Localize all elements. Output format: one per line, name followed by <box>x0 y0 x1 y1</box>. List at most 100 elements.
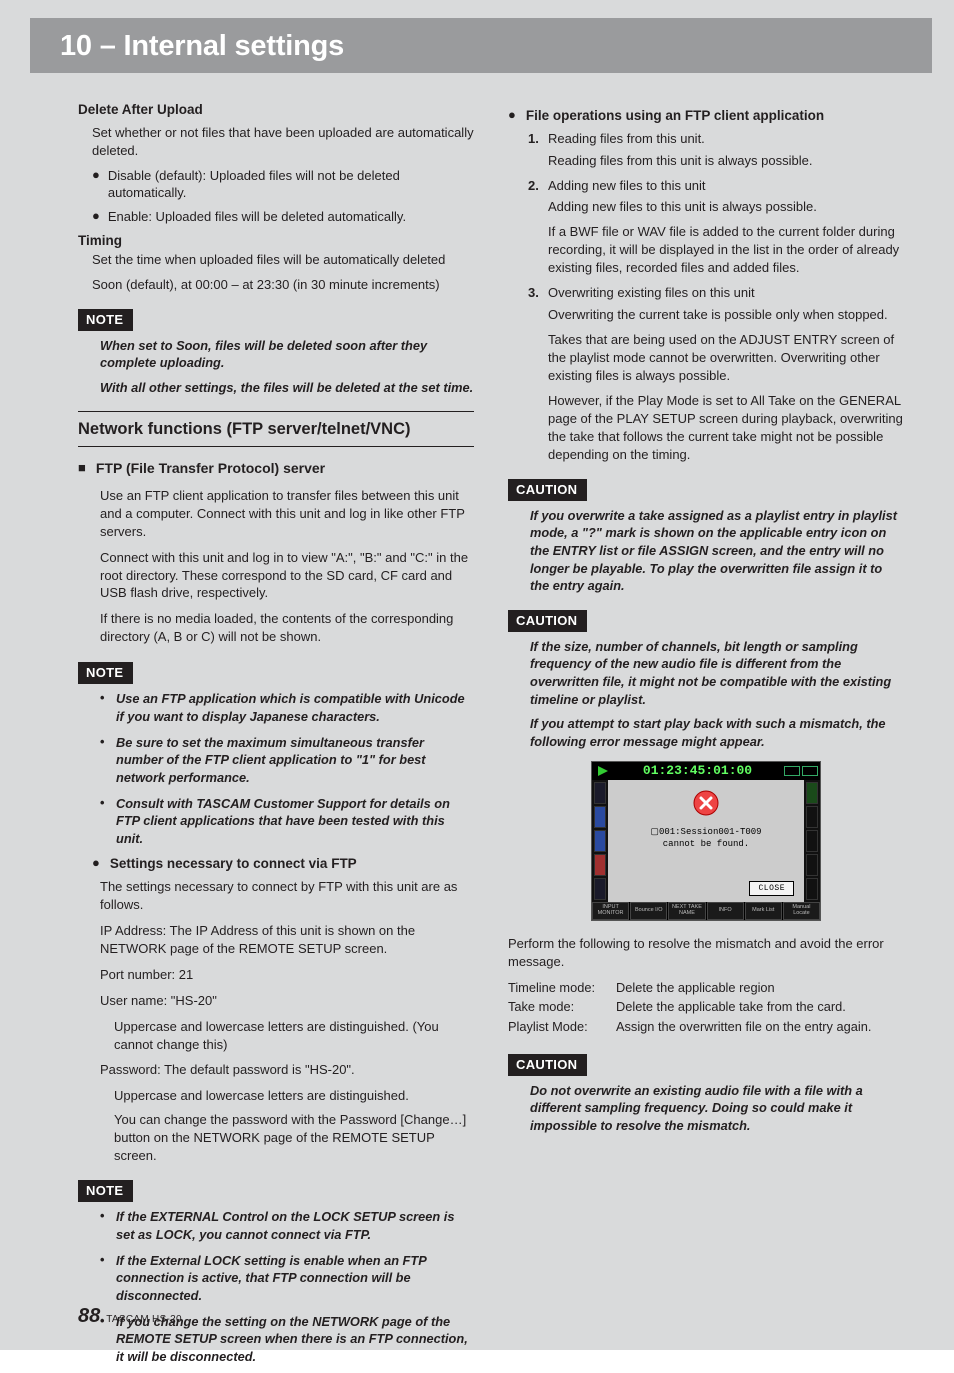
dot-icon: • <box>100 795 106 848</box>
bullet-icon: ● <box>92 855 100 874</box>
op1-head: Reading files from this unit. <box>548 130 904 148</box>
port-number-text: Port number: 21 <box>78 966 474 984</box>
resolve-lead: Perform the following to resolve the mis… <box>508 935 904 971</box>
timing-heading: Timing <box>78 232 474 251</box>
user-name-text: User name: "HS-20" <box>78 992 474 1010</box>
settings-heading-text: Settings necessary to connect via FTP <box>110 855 474 874</box>
page: 10 – Internal settings Delete After Uplo… <box>0 0 954 1350</box>
ftp-heading-text: FTP (File Transfer Protocol) server <box>96 459 325 478</box>
note-text: Consult with TASCAM Customer Support for… <box>116 795 474 848</box>
number-1: 1. <box>528 130 542 148</box>
table-row: Playlist Mode: Assign the overwritten fi… <box>508 1018 904 1036</box>
timing-values: Soon (default), at 00:00 – at 23:30 (in … <box>78 276 474 294</box>
btn-input-monitor[interactable]: INPUT MONITOR <box>592 902 629 920</box>
resolve-table: Timeline mode: Delete the applicable reg… <box>508 979 904 1036</box>
table-row: Timeline mode: Delete the applicable reg… <box>508 979 904 997</box>
left-column: Delete After Upload Set whether or not f… <box>78 101 474 1373</box>
timing-desc: Set the time when uploaded files will be… <box>78 251 474 269</box>
mode-label: Timeline mode: <box>508 979 606 997</box>
mode-action: Assign the overwritten file on the entry… <box>616 1018 904 1036</box>
body-text: However, if the Play Mode is set to All … <box>508 392 904 464</box>
device-screenshot: 01:23:45:01:00 <box>591 761 821 921</box>
timecode-display: 01:23:45:01:00 <box>611 762 784 780</box>
bullet-icon: ● <box>508 107 516 126</box>
settings-heading: ● Settings necessary to connect via FTP <box>78 855 474 874</box>
left-sidebar <box>592 780 608 902</box>
note-item: •If the External LOCK setting is enable … <box>78 1252 474 1305</box>
table-row: Take mode: Delete the applicable take fr… <box>508 998 904 1016</box>
body-text: The settings necessary to connect by FTP… <box>78 878 474 914</box>
error-message: ▢001:Session001-T009 cannot be found. <box>650 826 761 851</box>
bullet-icon: ● <box>92 208 100 226</box>
play-icon <box>595 764 611 778</box>
caution-text: If you attempt to start play back with s… <box>508 715 904 750</box>
op3-head: Overwriting existing files on this unit <box>548 284 904 302</box>
mode-label: Playlist Mode: <box>508 1018 606 1036</box>
mode-action: Delete the applicable region <box>616 979 904 997</box>
caution-label: CAUTION <box>508 1054 587 1076</box>
numbered-item: 3. Overwriting existing files on this un… <box>508 284 904 302</box>
note-item: •Be sure to set the maximum simultaneous… <box>78 734 474 787</box>
disable-option: Disable (default): Uploaded files will n… <box>108 167 474 203</box>
caution-text: If you overwrite a take assigned as a pl… <box>508 507 904 595</box>
note-label: NOTE <box>78 662 133 684</box>
number-3: 3. <box>528 284 542 302</box>
body-text: If there is no media loaded, the content… <box>78 610 474 646</box>
note-text: Be sure to set the maximum simultaneous … <box>116 734 474 787</box>
mode-action: Delete the applicable take from the card… <box>616 998 904 1016</box>
op2-head: Adding new files to this unit <box>548 177 904 195</box>
dot-icon: • <box>100 690 106 725</box>
note-label: NOTE <box>78 1180 133 1202</box>
ftp-server-heading: ■ FTP (File Transfer Protocol) server <box>78 459 474 478</box>
network-functions-heading: Network functions (FTP server/telnet/VNC… <box>78 411 474 448</box>
note-text: If the External LOCK setting is enable w… <box>116 1252 474 1305</box>
delete-after-upload-heading: Delete After Upload <box>78 101 474 120</box>
body-text: Overwriting the current take is possible… <box>508 306 904 324</box>
close-button[interactable]: CLOSE <box>749 881 794 896</box>
note-item: •If the EXTERNAL Control on the LOCK SET… <box>78 1208 474 1243</box>
body-text: Adding new files to this unit is always … <box>508 198 904 216</box>
dot-icon: • <box>100 734 106 787</box>
note-item: •Use an FTP application which is compati… <box>78 690 474 725</box>
dot-icon: • <box>100 1252 106 1305</box>
status-badges <box>784 766 820 776</box>
body-text: Connect with this unit and log in to vie… <box>78 549 474 603</box>
model-name: TASCAM HS-20 <box>106 1314 182 1325</box>
btn-manual-locate[interactable]: Manual Locate <box>783 902 820 920</box>
caution-text: Do not overwrite an existing audio file … <box>508 1082 904 1135</box>
btn-mark-list[interactable]: Mark List <box>745 902 782 920</box>
password-text: Password: The default password is "HS-20… <box>78 1061 474 1079</box>
body-text: Takes that are being used on the ADJUST … <box>508 331 904 385</box>
bullet-icon: ● <box>92 167 100 203</box>
right-sidebar <box>804 780 820 902</box>
btn-next-take[interactable]: NEXT TAKE NAME <box>668 902 705 920</box>
enable-option: Enable: Uploaded files will be deleted a… <box>108 208 474 226</box>
columns: Delete After Upload Set whether or not f… <box>30 101 932 1373</box>
note-text: If the EXTERNAL Control on the LOCK SETU… <box>116 1208 474 1243</box>
btn-bounce[interactable]: Bounce I/O <box>630 902 667 920</box>
caution-text: If the size, number of channels, bit len… <box>508 638 904 709</box>
page-footer: 88 TASCAM HS-20 <box>78 1305 182 1328</box>
caution-label: CAUTION <box>508 610 587 632</box>
numbered-item: 1. Reading files from this unit. <box>508 130 904 148</box>
file-ops-heading-text: File operations using an FTP client appl… <box>526 107 904 126</box>
bottom-buttons: INPUT MONITOR Bounce I/O NEXT TAKE NAME … <box>592 902 820 920</box>
file-ops-heading: ● File operations using an FTP client ap… <box>508 107 904 126</box>
caution-label: CAUTION <box>508 479 587 501</box>
error-icon <box>693 790 719 816</box>
body-text: Use an FTP client application to transfe… <box>78 487 474 541</box>
mode-label: Take mode: <box>508 998 606 1016</box>
screenshot-wrap: 01:23:45:01:00 <box>508 761 904 921</box>
ip-address-text: IP Address: The IP Address of this unit … <box>78 922 474 958</box>
btn-info[interactable]: INFO <box>707 902 744 920</box>
page-number: 88 <box>78 1305 100 1328</box>
body-text: Reading files from this unit is always p… <box>508 152 904 170</box>
note-label: NOTE <box>78 309 133 331</box>
list-item: ● Enable: Uploaded files will be deleted… <box>78 208 474 226</box>
number-2: 2. <box>528 177 542 195</box>
body-text: If a BWF file or WAV file is added to th… <box>508 223 904 277</box>
password-note-text: Uppercase and lowercase letters are dist… <box>78 1087 474 1105</box>
right-column: ● File operations using an FTP client ap… <box>508 101 904 1373</box>
delete-after-upload-desc: Set whether or not files that have been … <box>78 124 474 160</box>
section-title: 10 – Internal settings <box>30 18 932 73</box>
